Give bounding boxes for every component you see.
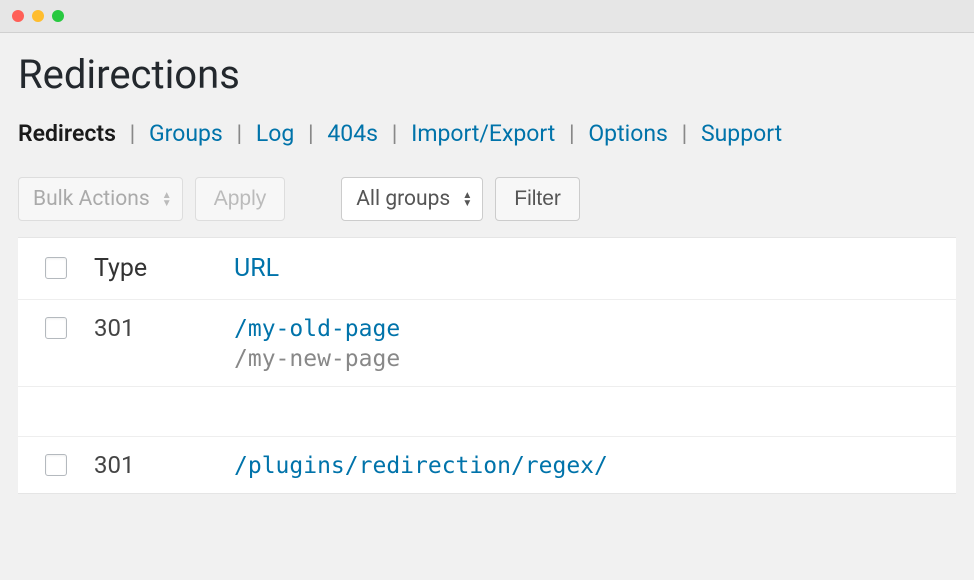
tab-support[interactable]: Support [701, 120, 782, 147]
table-row: 301 /my-old-page /my-new-page [18, 300, 956, 387]
row-checkbox[interactable] [45, 317, 67, 339]
group-filter-select[interactable]: All groups ▲▼ [341, 177, 483, 221]
tab-separator: | [392, 120, 398, 147]
table-header-row: Type URL [18, 238, 956, 300]
redirect-type: 301 [94, 314, 234, 342]
tab-separator: | [682, 120, 688, 147]
tab-separator: | [569, 120, 575, 147]
tab-separator: | [130, 120, 136, 147]
filter-button[interactable]: Filter [495, 177, 580, 221]
tab-redirects[interactable]: Redirects [18, 120, 116, 147]
window-minimize-icon[interactable] [32, 10, 44, 22]
tabs-nav: Redirects | Groups | Log | 404s | Import… [18, 120, 956, 177]
row-checkbox[interactable] [45, 454, 67, 476]
bulk-actions-select[interactable]: Bulk Actions ▲▼ [18, 177, 183, 221]
tab-404s[interactable]: 404s [327, 120, 378, 147]
redirect-source-link[interactable]: /my-old-page [234, 316, 400, 342]
apply-button[interactable]: Apply [195, 177, 286, 221]
window-titlebar [0, 0, 974, 33]
column-header-url[interactable]: URL [234, 254, 279, 283]
tab-options[interactable]: Options [588, 120, 668, 147]
tab-separator: | [308, 120, 314, 147]
dropdown-caret-icon: ▲▼ [462, 192, 472, 207]
dropdown-caret-icon: ▲▼ [162, 192, 172, 207]
tab-import-export[interactable]: Import/Export [411, 120, 555, 147]
table-row: 301 /plugins/redirection/regex/ [18, 437, 956, 493]
toolbar: Bulk Actions ▲▼ Apply All groups ▲▼ Filt… [18, 177, 956, 237]
tab-separator: | [237, 120, 243, 147]
select-all-checkbox[interactable] [45, 257, 67, 279]
tab-log[interactable]: Log [256, 120, 294, 147]
redirect-destination: /my-new-page [234, 346, 956, 372]
window-maximize-icon[interactable] [52, 10, 64, 22]
column-header-type[interactable]: Type [94, 254, 234, 283]
window-close-icon[interactable] [12, 10, 24, 22]
bulk-actions-label: Bulk Actions [19, 187, 182, 211]
row-gap [18, 387, 956, 437]
tab-groups[interactable]: Groups [149, 120, 223, 147]
redirect-type: 301 [94, 451, 234, 479]
redirects-table: Type URL 301 /my-old-page /my-new-page 3… [18, 237, 956, 494]
page-title: Redirections [18, 33, 956, 120]
redirect-source-link[interactable]: /plugins/redirection/regex/ [234, 453, 608, 479]
group-filter-label: All groups [342, 187, 482, 211]
